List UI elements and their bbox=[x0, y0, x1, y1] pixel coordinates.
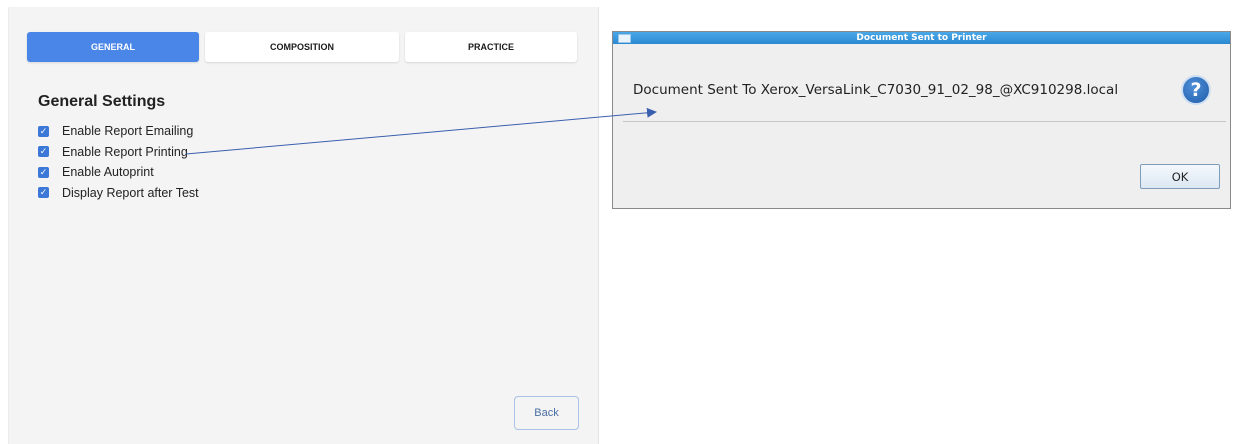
section-title: General Settings bbox=[38, 93, 166, 110]
question-icon: ? bbox=[1181, 75, 1211, 105]
settings-options: ✓ Enable Report Emailing ✓ Enable Report… bbox=[38, 121, 199, 203]
checkbox-checked-icon[interactable]: ✓ bbox=[38, 187, 49, 199]
checkbox-checked-icon[interactable]: ✓ bbox=[38, 125, 49, 137]
option-display-report[interactable]: ✓ Display Report after Test bbox=[38, 183, 199, 204]
divider bbox=[623, 121, 1226, 122]
back-button[interactable]: Back bbox=[514, 396, 579, 430]
checkbox-checked-icon[interactable]: ✓ bbox=[38, 166, 49, 178]
option-autoprint[interactable]: ✓ Enable Autoprint bbox=[38, 162, 199, 183]
option-report-printing[interactable]: ✓ Enable Report Printing bbox=[38, 142, 199, 163]
window-menu-icon[interactable] bbox=[618, 34, 631, 43]
option-label: Enable Report Emailing bbox=[62, 124, 194, 139]
ok-button[interactable]: OK bbox=[1140, 164, 1220, 189]
option-label: Enable Report Printing bbox=[62, 144, 188, 159]
tab-general[interactable]: GENERAL bbox=[27, 32, 199, 62]
tab-practice[interactable]: PRACTICE bbox=[405, 32, 577, 62]
option-report-emailing[interactable]: ✓ Enable Report Emailing bbox=[38, 121, 199, 142]
tab-composition[interactable]: COMPOSITION bbox=[205, 32, 399, 62]
dialog-title: Document Sent to Printer bbox=[856, 33, 987, 43]
printer-dialog: Document Sent to Printer Document Sent T… bbox=[612, 31, 1231, 209]
dialog-message: Document Sent To Xerox_VersaLink_C7030_9… bbox=[633, 82, 1119, 98]
tab-bar: GENERAL COMPOSITION PRACTICE bbox=[27, 32, 577, 62]
settings-panel: GENERAL COMPOSITION PRACTICE General Set… bbox=[8, 7, 599, 444]
option-label: Enable Autoprint bbox=[62, 165, 154, 180]
dialog-titlebar[interactable]: Document Sent to Printer bbox=[613, 32, 1230, 44]
checkbox-checked-icon[interactable]: ✓ bbox=[38, 146, 49, 158]
option-label: Display Report after Test bbox=[62, 185, 199, 200]
